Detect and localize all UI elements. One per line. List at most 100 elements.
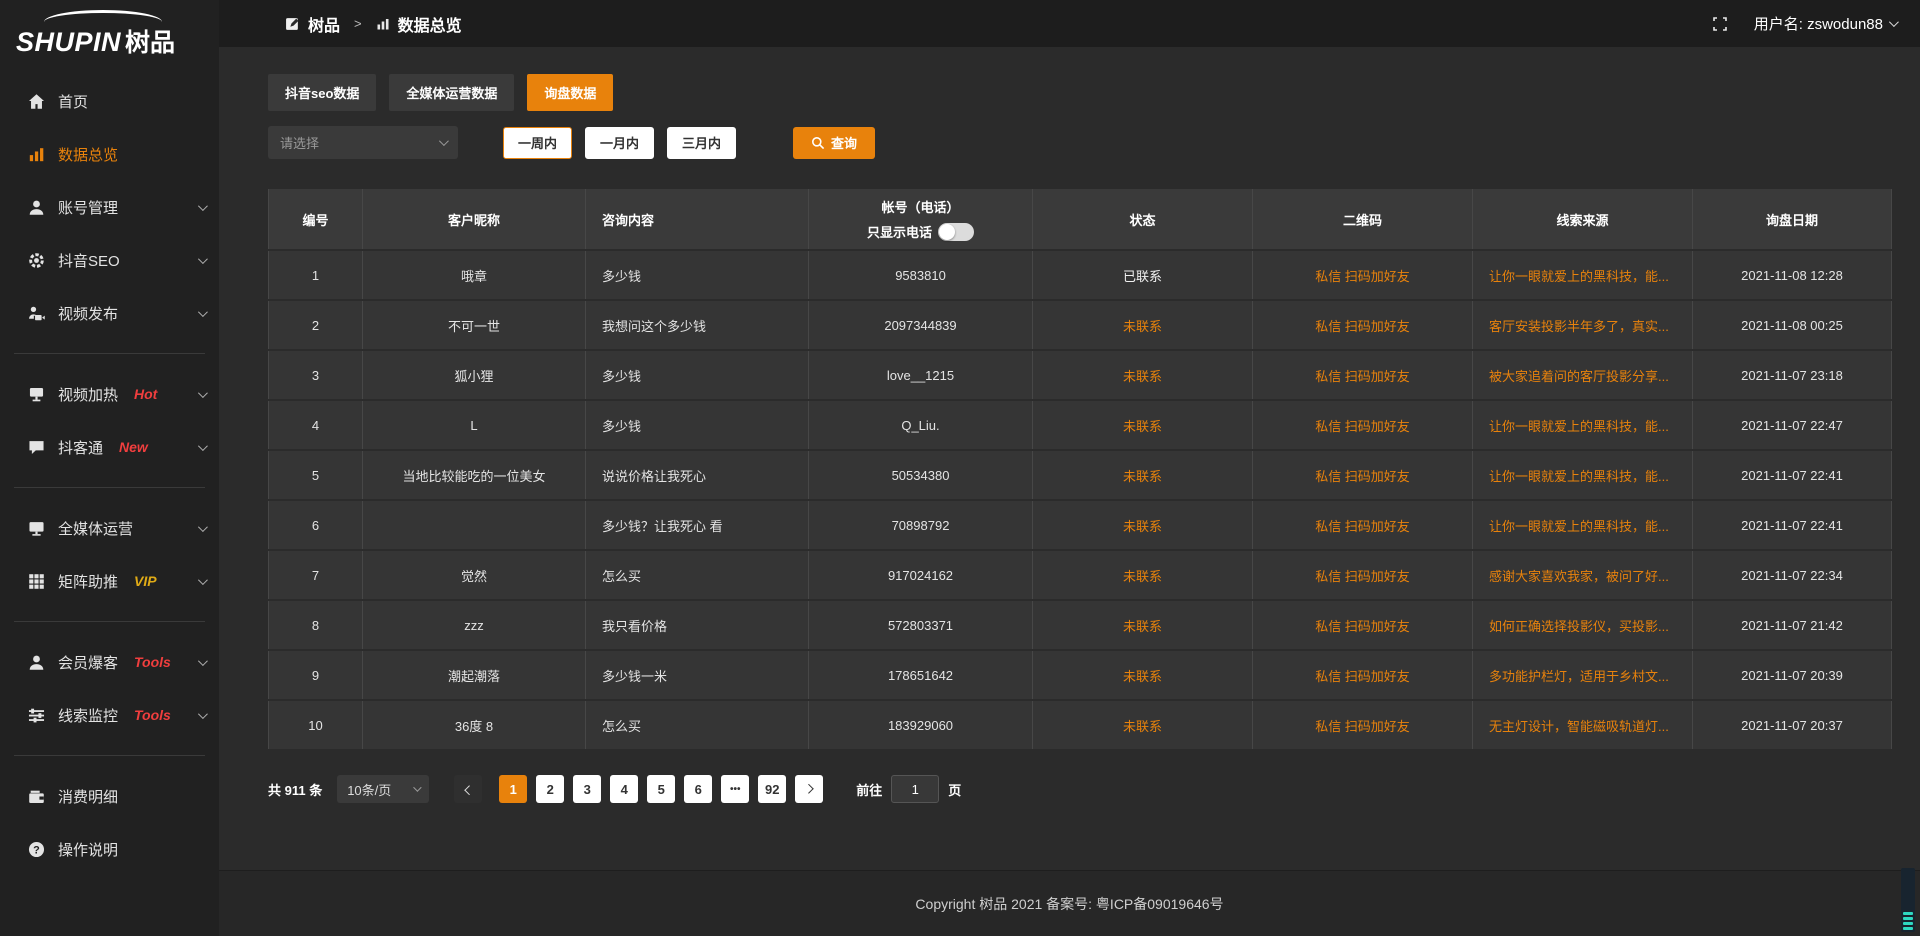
cell-qrcode[interactable]: 私信 扫码加好友 <box>1253 251 1473 299</box>
video-icon <box>28 305 45 322</box>
cell-source[interactable]: 被大家追着问的客厅投影分享... <box>1473 351 1693 399</box>
cell-nickname: 当地比较能吃的一位美女 <box>363 451 586 499</box>
sidebar-item-label: 线索监控 <box>58 705 118 726</box>
cell-account: 50534380 <box>809 451 1033 499</box>
range-button-2[interactable]: 一月内 <box>585 127 654 159</box>
cell-source[interactable]: 让你一眼就爱上的黑科技，能... <box>1473 401 1693 449</box>
sidebar-item-label: 首页 <box>58 91 88 112</box>
goto-page-input[interactable] <box>891 775 939 803</box>
sidebar-item-user[interactable]: 账号管理 <box>0 187 219 227</box>
sidebar-item-label: 操作说明 <box>58 839 118 860</box>
page-button-3[interactable]: 3 <box>573 775 601 803</box>
logo-text-en: SHUPIN <box>16 27 121 58</box>
prev-page-button[interactable] <box>454 775 482 803</box>
cell-nickname <box>363 501 586 549</box>
cell-date: 2021-11-07 20:37 <box>1693 701 1892 749</box>
page-buttons: 123456 ••• 92 <box>499 775 786 803</box>
cell-qrcode[interactable]: 私信 扫码加好友 <box>1253 701 1473 749</box>
cell-qrcode[interactable]: 私信 扫码加好友 <box>1253 301 1473 349</box>
cell-id: 8 <box>268 601 363 649</box>
table-row: 9潮起潮落多少钱一米178651642未联系私信 扫码加好友多功能护栏灯，适用于… <box>268 651 1892 699</box>
cell-qrcode[interactable]: 私信 扫码加好友 <box>1253 401 1473 449</box>
filter-select[interactable]: 请选择 <box>268 126 458 159</box>
page-button-1[interactable]: 1 <box>499 775 527 803</box>
filter-bar: 请选择 一周内一月内三月内 查询 <box>268 126 1892 159</box>
monitor-icon <box>28 520 45 537</box>
sidebar-item-grid[interactable]: 矩阵助推VIP <box>0 561 219 601</box>
tab-2[interactable]: 全媒体运营数据 <box>389 74 514 111</box>
table-row: 7觉然怎么买917024162未联系私信 扫码加好友感谢大家喜欢我家，被问了好.… <box>268 551 1892 599</box>
sidebar-item-chart[interactable]: 数据总览 <box>0 134 219 174</box>
phone-only-label: 只显示电话 <box>867 222 932 241</box>
cell-qrcode[interactable]: 私信 扫码加好友 <box>1253 351 1473 399</box>
table-row: 5当地比较能吃的一位美女说说价格让我死心50534380未联系私信 扫码加好友让… <box>268 451 1892 499</box>
page-button-5[interactable]: 5 <box>647 775 675 803</box>
cell-content: 怎么买 <box>586 551 809 599</box>
sidebar-divider <box>14 487 205 488</box>
cell-source[interactable]: 让你一眼就爱上的黑科技，能... <box>1473 501 1693 549</box>
next-page-button[interactable] <box>795 775 823 803</box>
range-button-1[interactable]: 一周内 <box>503 127 572 159</box>
cell-qrcode[interactable]: 私信 扫码加好友 <box>1253 651 1473 699</box>
cell-id: 10 <box>268 701 363 749</box>
page-button-6[interactable]: 6 <box>684 775 712 803</box>
sidebar-item-video[interactable]: 视频发布 <box>0 293 219 333</box>
sidebar-item-label: 抖客通 <box>58 437 103 458</box>
tab-3[interactable]: 询盘数据 <box>527 74 613 111</box>
cell-date: 2021-11-07 22:47 <box>1693 401 1892 449</box>
sidebar-item-question[interactable]: ?操作说明 <box>0 829 219 869</box>
sidebar-item-heat[interactable]: 视频加热Hot <box>0 374 219 414</box>
range-button-3[interactable]: 三月内 <box>667 127 736 159</box>
sidebar-menu: 首页数据总览账号管理抖音SEO 视频发布视频加热Hot 抖客通New 全媒体运营矩阵助… <box>0 81 219 869</box>
cell-id: 1 <box>268 251 363 299</box>
cell-id: 5 <box>268 451 363 499</box>
cell-source[interactable]: 多功能护栏灯，适用于乡村文... <box>1473 651 1693 699</box>
sidebar-item-label: 消费明细 <box>58 786 118 807</box>
wallet-icon <box>28 788 45 805</box>
cell-source[interactable]: 感谢大家喜欢我家，被问了好... <box>1473 551 1693 599</box>
cell-source[interactable]: 客厅安装投影半年多了，真实... <box>1473 301 1693 349</box>
cell-date: 2021-11-08 12:28 <box>1693 251 1892 299</box>
sidebar-item-gear[interactable]: 抖音SEO <box>0 240 219 280</box>
search-button-label: 查询 <box>831 133 857 152</box>
table-row: 1036度 8怎么买183929060未联系私信 扫码加好友无主灯设计，智能磁吸… <box>268 701 1892 749</box>
phone-only-toggle[interactable] <box>938 223 974 241</box>
page-button-4[interactable]: 4 <box>610 775 638 803</box>
table-row: 6多少钱？让我死心 看70898792未联系私信 扫码加好友让你一眼就爱上的黑科… <box>268 501 1892 549</box>
cell-source[interactable]: 如何正确选择投影仪，买投影... <box>1473 601 1693 649</box>
sidebar-item-chat[interactable]: 抖客通New <box>0 427 219 467</box>
breadcrumb-root[interactable]: 树品 <box>308 12 340 36</box>
fullscreen-icon[interactable] <box>1712 16 1728 32</box>
sidebar-item-tag: Tools <box>134 707 171 723</box>
page-size-select[interactable]: 10条/页 <box>337 775 429 803</box>
chevron-right-icon <box>804 783 814 793</box>
breadcrumb-current: 数据总览 <box>398 12 462 36</box>
tab-1[interactable]: 抖音seo数据 <box>268 74 376 111</box>
sidebar-item-user2[interactable]: 会员爆客Tools <box>0 642 219 682</box>
cell-source[interactable]: 无主灯设计，智能磁吸轨道灯... <box>1473 701 1693 749</box>
cell-source[interactable]: 让你一眼就爱上的黑科技，能... <box>1473 251 1693 299</box>
page-button-92[interactable]: 92 <box>758 775 786 803</box>
sidebar-item-monitor[interactable]: 全媒体运营 <box>0 508 219 548</box>
cell-date: 2021-11-07 22:34 <box>1693 551 1892 599</box>
page-button-2[interactable]: 2 <box>536 775 564 803</box>
cell-content: 我想问这个多少钱 <box>586 301 809 349</box>
sidebar-item-sliders[interactable]: 线索监控 Tools <box>0 695 219 735</box>
search-button[interactable]: 查询 <box>793 127 875 159</box>
copyright-text: Copyright 树品 2021 备案号: 粤ICP备09019646号 <box>915 894 1223 914</box>
cell-qrcode[interactable]: 私信 扫码加好友 <box>1253 551 1473 599</box>
floating-service-widget[interactable] <box>1901 868 1915 932</box>
cell-account: 572803371 <box>809 601 1033 649</box>
gear-icon <box>28 252 45 269</box>
sidebar-item-wallet[interactable]: 消费明细 <box>0 776 219 816</box>
page-ellipsis-button[interactable]: ••• <box>721 775 749 803</box>
cell-id: 9 <box>268 651 363 699</box>
cell-qrcode[interactable]: 私信 扫码加好友 <box>1253 451 1473 499</box>
cell-source[interactable]: 让你一眼就爱上的黑科技，能... <box>1473 451 1693 499</box>
user-menu[interactable]: 用户名: zswodun88 <box>1754 13 1896 34</box>
cell-qrcode[interactable]: 私信 扫码加好友 <box>1253 601 1473 649</box>
cell-qrcode[interactable]: 私信 扫码加好友 <box>1253 501 1473 549</box>
sidebar-item-home[interactable]: 首页 <box>0 81 219 121</box>
col-account-label: 帐号（电话） <box>881 197 959 216</box>
chevron-down-icon <box>198 307 208 317</box>
